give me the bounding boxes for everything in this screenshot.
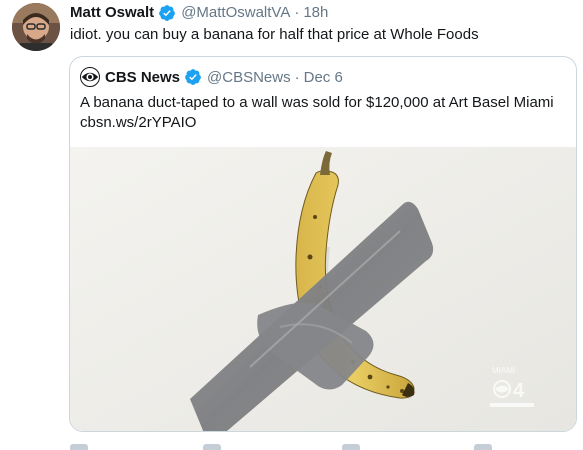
separator-dot: · <box>294 4 300 21</box>
verified-badge-icon <box>158 4 176 22</box>
quoted-tweet[interactable]: CBS News @CBSNews · Dec 6 A banana duct-… <box>69 56 577 432</box>
verified-badge-icon <box>184 68 202 86</box>
tweet-timestamp[interactable]: 18h <box>303 3 328 23</box>
watermark-channel: 4 <box>513 380 525 402</box>
reply-icon[interactable] <box>70 444 88 450</box>
quoted-author-name: CBS News <box>105 68 181 86</box>
author-name[interactable]: Matt Oswalt <box>70 3 154 23</box>
author-handle[interactable]: @MattOswaltVA <box>181 3 290 23</box>
quoted-tweet-text: A banana duct-taped to a wall was sold f… <box>80 93 570 133</box>
tweet-header: Matt Oswalt @MattOswaltVA · 18h <box>70 3 328 23</box>
quoted-link[interactable]: cbsn.ws/2rYPAIO <box>80 113 570 133</box>
separator-dot: · <box>294 68 300 86</box>
tweet-actions <box>70 440 570 450</box>
cbs-eye-icon <box>80 67 100 87</box>
avatar-image <box>12 3 60 51</box>
quoted-tweet-date: Dec 6 <box>303 68 343 86</box>
like-icon[interactable] <box>342 444 360 450</box>
quoted-tweet-header: CBS News @CBSNews · Dec 6 <box>80 67 343 87</box>
retweet-icon[interactable] <box>203 444 221 450</box>
watermark-city: MIAMI <box>492 366 515 375</box>
quoted-author-handle: @CBSNews <box>207 68 291 86</box>
tweet-text: idiot. you can buy a banana for half tha… <box>70 26 479 43</box>
tweet[interactable]: Matt Oswalt @MattOswaltVA · 18h idiot. y… <box>0 0 583 450</box>
avatar[interactable] <box>12 3 60 51</box>
banana-photo[interactable]: MIAMI 4 <box>70 147 576 431</box>
share-icon[interactable] <box>474 444 492 450</box>
quoted-text-line: A banana duct-taped to a wall was sold f… <box>80 94 554 111</box>
